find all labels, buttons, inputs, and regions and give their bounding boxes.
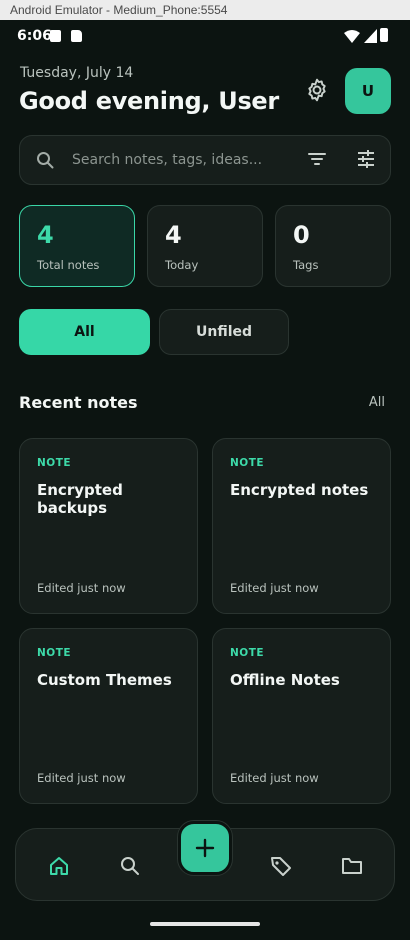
stat-today[interactable]: 4 Today xyxy=(147,205,263,287)
note-kind-label: NOTE xyxy=(230,647,265,659)
filter-all-chip[interactable]: All xyxy=(19,309,150,355)
note-edited-time: Edited just now xyxy=(37,581,126,595)
plus-icon xyxy=(195,838,215,858)
status-time: 6:06 xyxy=(17,28,52,44)
note-edited-time: Edited just now xyxy=(230,771,319,785)
note-kind-label: NOTE xyxy=(37,457,72,469)
home-icon xyxy=(50,856,68,875)
recent-notes-heading: Recent notes xyxy=(19,393,138,412)
stat-tags[interactable]: 0 Tags xyxy=(275,205,391,287)
stat-total-notes[interactable]: 4 Total notes xyxy=(19,205,135,287)
tag-icon xyxy=(271,856,291,876)
home-indicator[interactable] xyxy=(150,922,260,926)
stat-value: 4 xyxy=(37,221,54,249)
notification-a-icon xyxy=(50,30,61,42)
add-note-button[interactable] xyxy=(178,821,232,875)
status-bar: 6:06 xyxy=(0,20,410,54)
search-icon xyxy=(37,152,54,169)
see-all-link[interactable]: All xyxy=(369,395,385,410)
greeting-title: Good evening, User xyxy=(19,87,279,115)
note-edited-time: Edited just now xyxy=(37,771,126,785)
stat-value: 0 xyxy=(293,221,310,249)
avatar[interactable]: U xyxy=(345,68,391,114)
filter-unfiled-chip[interactable]: Unfiled xyxy=(159,309,289,355)
signal-icon xyxy=(364,29,377,43)
note-kind-label: NOTE xyxy=(230,457,265,469)
sort-icon[interactable] xyxy=(308,152,326,166)
note-title: Offline Notes xyxy=(230,671,340,689)
wifi-icon xyxy=(344,30,360,43)
battery-icon xyxy=(380,28,388,42)
tune-icon[interactable] xyxy=(357,150,375,168)
note-title: Encrypted backups xyxy=(37,481,123,517)
stat-label: Total notes xyxy=(37,258,100,272)
note-title: Encrypted notes xyxy=(230,481,369,499)
note-card[interactable]: NOTE Offline Notes Edited just now xyxy=(212,628,391,804)
current-date: Tuesday, July 14 xyxy=(20,65,134,81)
note-card[interactable]: NOTE Encrypted backups Edited just now xyxy=(19,438,198,614)
note-edited-time: Edited just now xyxy=(230,581,319,595)
avatar-initial: U xyxy=(361,82,375,100)
window-title: Android Emulator - Medium_Phone:5554 xyxy=(10,3,228,17)
stat-label: Tags xyxy=(293,258,319,272)
nav-folders[interactable] xyxy=(327,829,377,902)
note-card[interactable]: NOTE Custom Themes Edited just now xyxy=(19,628,198,804)
stat-value: 4 xyxy=(165,221,182,249)
nav-tags[interactable] xyxy=(256,829,306,902)
note-title: Custom Themes xyxy=(37,671,172,689)
note-card[interactable]: NOTE Encrypted notes Edited just now xyxy=(212,438,391,614)
note-kind-label: NOTE xyxy=(37,647,72,659)
search-input[interactable] xyxy=(72,146,282,174)
stat-label: Today xyxy=(165,258,199,272)
phone-screen: 6:06 Tuesday, July 14 Good evening, User… xyxy=(0,20,410,940)
nav-home[interactable] xyxy=(34,829,84,902)
search-bar[interactable] xyxy=(19,135,391,185)
nav-search[interactable] xyxy=(105,829,155,902)
search-icon xyxy=(121,856,139,875)
folder-icon xyxy=(342,857,362,874)
gear-icon[interactable] xyxy=(304,77,330,103)
sd-card-icon xyxy=(71,30,82,42)
emulator-title-bar: Android Emulator - Medium_Phone:5554 xyxy=(0,0,410,20)
